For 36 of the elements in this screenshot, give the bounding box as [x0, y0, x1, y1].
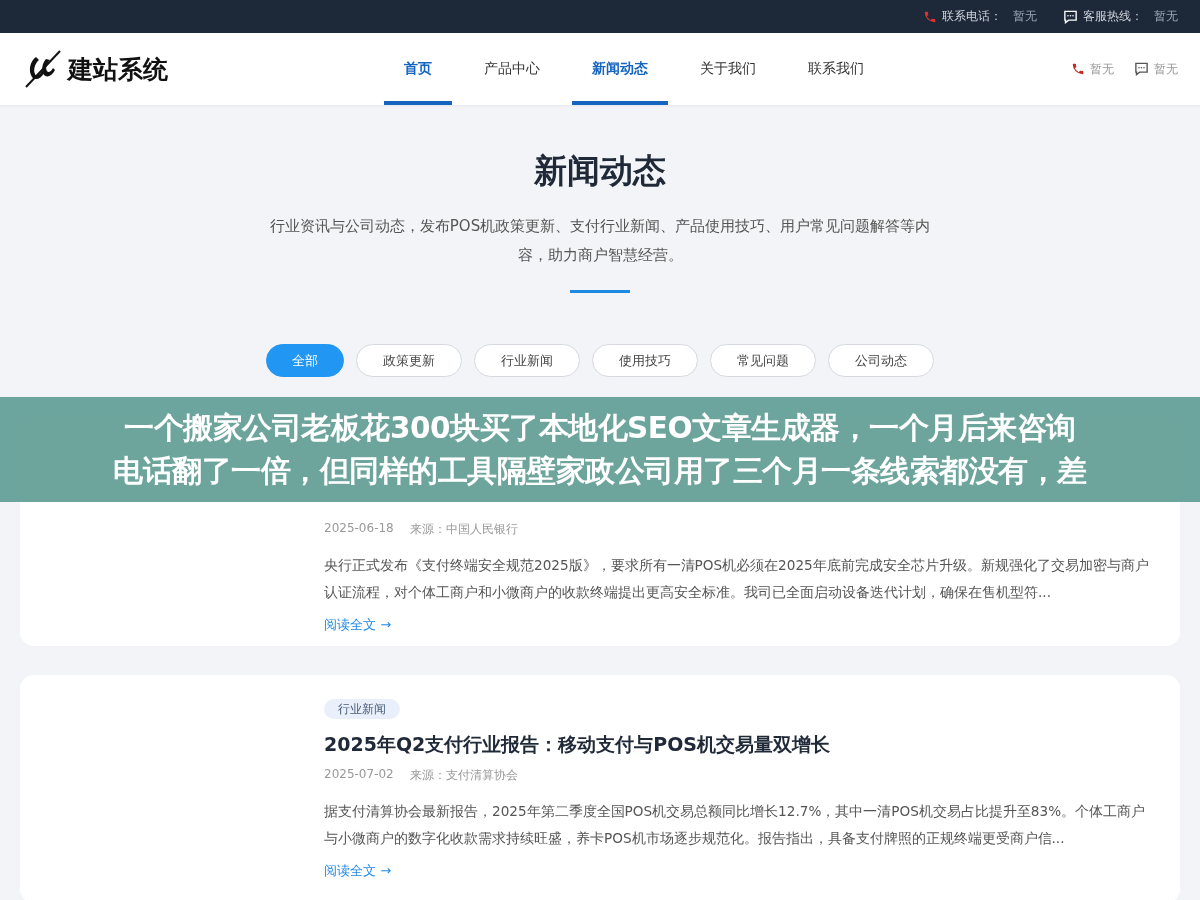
- chat-icon: [1134, 62, 1149, 76]
- article-source: 来源：中国人民银行: [409, 521, 518, 538]
- nav-tab[interactable]: 首页: [384, 33, 452, 105]
- article-title[interactable]: 2025年Q2支付行业报告：移动支付与POS机交易量双增长: [324, 731, 1156, 757]
- nav-tab[interactable]: 产品中心: [464, 33, 560, 105]
- contact-value: 暂无: [1154, 60, 1178, 78]
- contact-label: 联系电话：: [942, 8, 1002, 25]
- phone-icon: [1071, 62, 1085, 76]
- nav-tab[interactable]: 新闻动态: [572, 33, 668, 105]
- filter-tab[interactable]: 政策更新: [356, 344, 462, 377]
- read-more-link[interactable]: 阅读全文 →: [324, 616, 392, 634]
- phone-icon: [923, 9, 937, 24]
- logo-icon: [22, 49, 64, 89]
- contact-label: 客服热线：: [1083, 8, 1143, 25]
- page-title: 新闻动态: [534, 150, 666, 192]
- filter-tab[interactable]: 行业新闻: [474, 344, 580, 377]
- category-tag: 行业新闻: [324, 699, 400, 719]
- page-description: 行业资讯与公司动态，发布POS机政策更新、支付行业新闻、产品使用技巧、用户常见问题解答等内容，助力商户智慧经营。: [268, 216, 932, 266]
- contact-value: 暂无: [1090, 60, 1114, 78]
- nav-tab[interactable]: 联系我们: [788, 33, 884, 105]
- article-date: 2025-06-18: [324, 521, 394, 537]
- article-summary: 据支付清算协会最新报告，2025年第二季度全国POS机交易总额同比增长12.7%，其中一清POS机交易占比提升至83%。个体工商户与小微商户的数字化收款需求持续旺盛，养卡POS机市场逐步规范化。报告指出，具备支付牌照的正规终端更受商户信...: [324, 802, 1147, 848]
- logo-text[interactable]: 建站系统: [68, 52, 168, 86]
- article-source: 来源：支付清算协会: [409, 767, 518, 784]
- caption-text: 一个搬家公司老板花300块买了本地化SEO文章生成器，一个月后来咨询: [124, 409, 1076, 447]
- contact-value: 暂无: [1154, 8, 1178, 25]
- filter-tab[interactable]: 常见问题: [710, 344, 816, 377]
- filter-tab[interactable]: 公司动态: [828, 344, 934, 377]
- contact-value: 暂无: [1013, 8, 1037, 25]
- article-summary: 央行正式发布《支付终端安全规范2025版》，要求所有一清POS机必须在2025年底前完成安全芯片升级。新规强化了交易加密与商户认证流程，对个体工商户和小微商户的收款终端提出更高安全标准。我司已全面启动设备迭代计划，确保在售机型符...: [324, 556, 1150, 602]
- filter-tab[interactable]: 使用技巧: [592, 344, 698, 377]
- nav-tab[interactable]: 关于我们: [680, 33, 776, 105]
- caption-text: 电话翻了一倍，但同样的工具隔壁家政公司用了三个月一条线索都没有，差: [113, 452, 1087, 490]
- article-date: 2025-07-02: [324, 767, 394, 783]
- chat-icon: [1063, 9, 1078, 24]
- read-more-link[interactable]: 阅读全文 →: [324, 862, 392, 880]
